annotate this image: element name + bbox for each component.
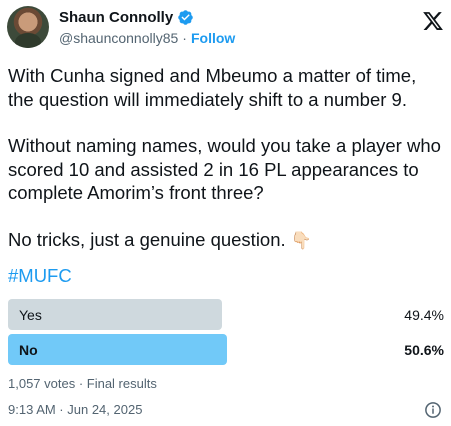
tweet-paragraph-3-text: No tricks, just a genuine question. [8,228,286,250]
timestamp[interactable]: 9:13 AM · Jun 24, 2025 [8,402,142,417]
follow-button[interactable]: Follow [191,30,235,46]
poll-option-percent: 50.6% [404,341,444,358]
poll-option-label: No [19,341,38,358]
name-row: Shaun Connolly [59,9,194,26]
x-logo-icon[interactable] [422,10,444,32]
tweet-paragraph-1: With Cunha signed and Mbeumo a matter of… [8,65,417,110]
verified-badge-icon [178,10,193,25]
info-icon[interactable] [424,401,442,419]
poll-summary: 1,057 votes · Final results [8,376,157,391]
display-name[interactable]: Shaun Connolly [59,9,173,26]
separator: · [182,30,187,46]
handle-row: @shaunconnolly85 · Follow [59,30,235,46]
pointing-down-hand-icon: 👇🏻 [290,230,312,250]
poll-bar-no [8,334,227,365]
handle[interactable]: @shaunconnolly85 [59,30,178,46]
poll-option-yes[interactable]: Yes 49.4% [8,299,444,330]
tweet-header: Shaun Connolly @shaunconnolly85 · Follow [7,6,444,54]
tweet-paragraph-2: Without naming names, would you take a p… [8,135,441,203]
poll: Yes 49.4% No 50.6% [8,299,444,369]
poll-option-label: Yes [19,306,42,323]
tweet-paragraph-3: No tricks, just a genuine question. 👇🏻 [8,228,444,253]
hashtag-link[interactable]: #MUFC [8,265,72,287]
poll-option-percent: 49.4% [404,306,444,323]
avatar[interactable] [7,6,49,48]
poll-option-no[interactable]: No 50.6% [8,334,444,365]
tweet-text: With Cunha signed and Mbeumo a matter of… [8,64,444,252]
